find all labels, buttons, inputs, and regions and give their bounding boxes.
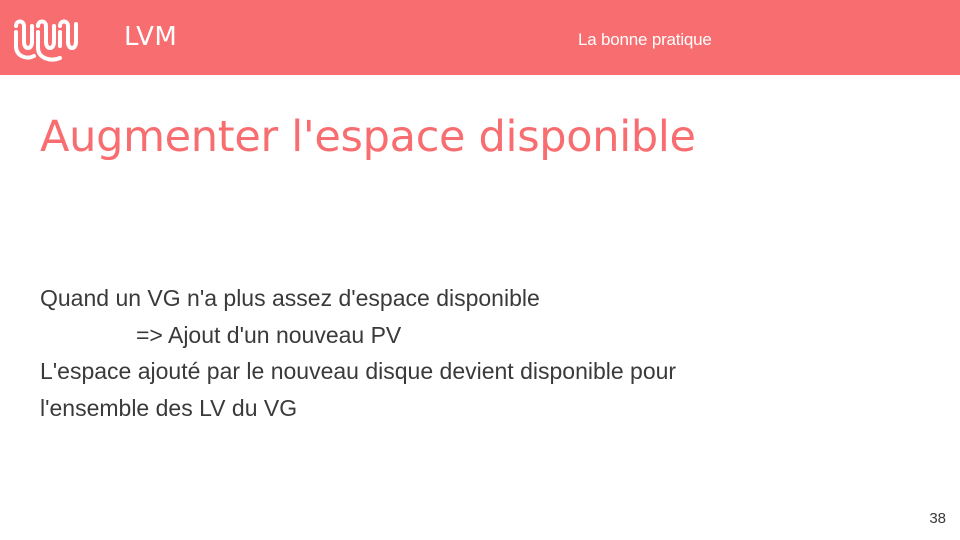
deck-title: LVM <box>124 22 178 52</box>
slide-body: Quand un VG n'a plus assez d'espace disp… <box>40 280 840 426</box>
page-number: 38 <box>929 510 946 527</box>
body-line: l'ensemble des LV du VG <box>40 394 298 421</box>
body-line: L'espace ajouté par le nouveau disque de… <box>40 358 677 384</box>
wavy-lines-logo-icon <box>14 19 78 62</box>
body-line: Quand un VG n'a plus assez d'espace disp… <box>40 285 540 311</box>
slide-header: LVM La bonne pratique <box>0 0 960 75</box>
section-title: La bonne pratique <box>578 30 712 49</box>
slide-title: Augmenter l'espace disponible <box>40 112 696 162</box>
body-line-indented: => Ajout d'un nouveau PV <box>136 321 402 348</box>
